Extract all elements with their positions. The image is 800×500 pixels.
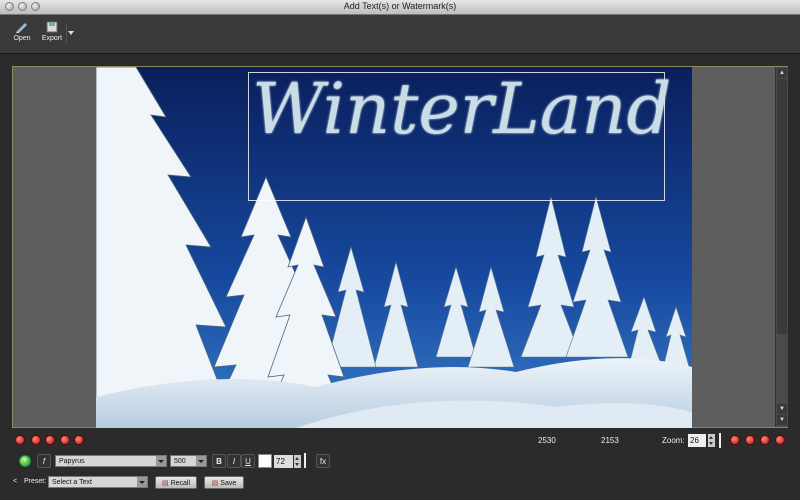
add-text-button[interactable]: + bbox=[19, 455, 31, 467]
font-size-field[interactable]: 72 bbox=[274, 455, 293, 468]
font-family-select[interactable]: Papyrus bbox=[55, 455, 167, 467]
scroll-thumb[interactable] bbox=[777, 79, 787, 334]
scroll-down-icon[interactable]: ▼ bbox=[777, 404, 787, 414]
recall-icon: ▤ bbox=[161, 480, 169, 487]
export-menu-arrow[interactable] bbox=[66, 23, 75, 43]
image-width: 2530 bbox=[538, 436, 556, 445]
preset-select-value: Select a Text bbox=[52, 479, 92, 486]
recall-button[interactable]: ▤ Recall bbox=[155, 476, 197, 489]
export-label: Export bbox=[41, 35, 63, 42]
remove-text-button[interactable] bbox=[15, 435, 25, 445]
open-label: Open bbox=[13, 35, 31, 42]
reset-button[interactable] bbox=[775, 435, 785, 445]
italic-button[interactable]: I bbox=[227, 454, 241, 468]
zoom-label: Zoom: bbox=[662, 436, 685, 445]
save-label: Save bbox=[220, 480, 237, 487]
flip-button[interactable] bbox=[760, 435, 770, 445]
move-bottom-button[interactable] bbox=[74, 435, 84, 445]
font-family-value: Papyrus bbox=[59, 458, 85, 465]
zoom-divider bbox=[719, 433, 721, 448]
recall-label: Recall bbox=[170, 480, 191, 487]
export-button[interactable]: Export bbox=[38, 19, 66, 49]
rotate-right-button[interactable] bbox=[745, 435, 755, 445]
font-weight-value: 500 bbox=[174, 458, 186, 465]
move-down-button[interactable] bbox=[45, 435, 55, 445]
font-icon[interactable]: f bbox=[37, 454, 51, 468]
scroll-up-icon[interactable]: ▲ bbox=[777, 68, 787, 78]
toolbar: Open Export bbox=[0, 15, 800, 54]
text-color-swatch[interactable] bbox=[258, 454, 272, 468]
rotate-left-button[interactable] bbox=[730, 435, 740, 445]
chevron-down-icon bbox=[156, 456, 166, 466]
size-divider bbox=[304, 453, 306, 468]
export-icon bbox=[46, 21, 58, 33]
save-icon: ▤ bbox=[211, 480, 219, 487]
scroll-down2-icon[interactable]: ▼ bbox=[777, 415, 787, 425]
chevron-down-icon bbox=[137, 477, 147, 487]
preset-select[interactable]: Select a Text bbox=[48, 476, 148, 488]
image-height: 2153 bbox=[601, 436, 619, 445]
underline-button[interactable]: U bbox=[241, 454, 255, 468]
zoom-field[interactable]: 26 bbox=[688, 434, 706, 447]
title-bar: Add Text(s) or Watermark(s) bbox=[0, 0, 800, 15]
watermark-text[interactable]: WinterLand bbox=[252, 68, 671, 150]
open-button[interactable]: Open bbox=[8, 19, 36, 49]
save-preset-button[interactable]: ▤ Save bbox=[204, 476, 244, 489]
move-top-button[interactable] bbox=[60, 435, 70, 445]
chevron-down-icon bbox=[196, 456, 206, 466]
font-size-stepper[interactable] bbox=[294, 455, 301, 468]
bold-button[interactable]: B bbox=[212, 454, 226, 468]
open-icon bbox=[16, 23, 27, 33]
vertical-scrollbar[interactable]: ▲ ▼ ▼ bbox=[775, 67, 788, 427]
zoom-stepper[interactable] bbox=[708, 434, 715, 447]
effects-button[interactable]: fx bbox=[316, 454, 330, 468]
preset-label: Preset: bbox=[24, 478, 47, 485]
preset-collapse-icon[interactable]: < bbox=[13, 478, 17, 485]
window-title: Add Text(s) or Watermark(s) bbox=[343, 1, 457, 11]
font-weight-select[interactable]: 500 bbox=[170, 455, 207, 467]
move-up-button[interactable] bbox=[31, 435, 41, 445]
